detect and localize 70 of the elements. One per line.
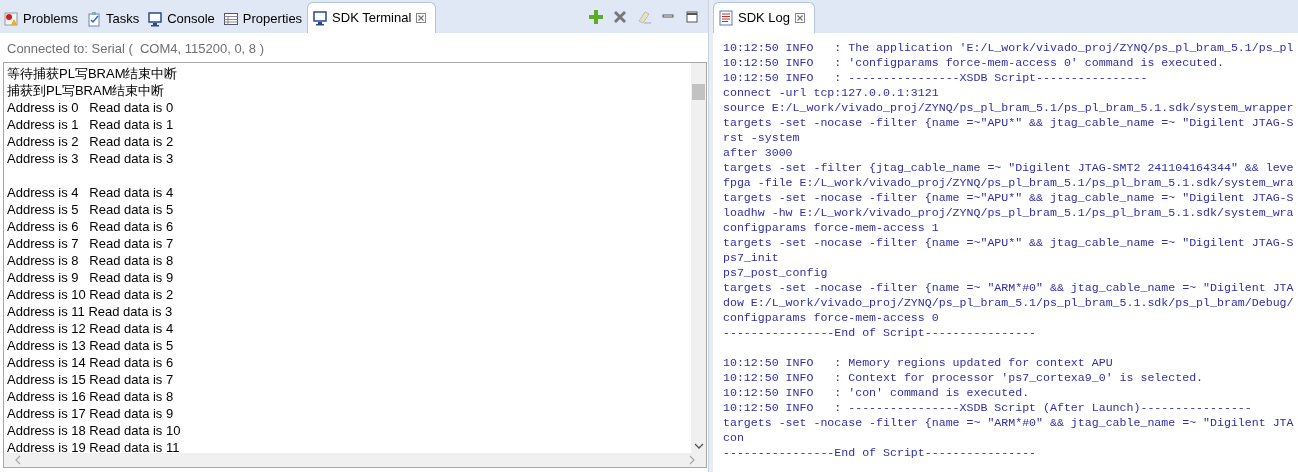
add-icon[interactable] (588, 8, 604, 25)
view-tab[interactable]: Properties (219, 5, 308, 33)
scroll-left-icon[interactable] (14, 455, 22, 465)
log-line: 10:12:50 INFO : ----------------XSDB Script (After Launch)---------------- (723, 400, 1253, 415)
log-line: configparams force-mem-access 1 (723, 220, 940, 235)
view-tab[interactable]: Problems (0, 5, 83, 33)
log-line: dow E:/L_work/vivado_proj/ZYNQ/ps_pl_bram_5.1/ps_pl_bram_5.1.sdk/ps_pl_bram/Debug/ (723, 295, 1295, 310)
log-line: 10:12:50 INFO : 'configparams force-mem-access 0' command is executed. (723, 55, 1225, 70)
terminal-line: Address is 16 Read data is 8 (7, 388, 175, 405)
view-tab[interactable]: SDK Log (713, 2, 816, 33)
log-line: ----------------End of Script---------------- (723, 445, 1038, 460)
maximize-icon[interactable] (684, 8, 700, 25)
terminal-line: Address is 6 Read data is 6 (7, 218, 175, 235)
terminal-line: Address is 13 Read data is 5 (7, 337, 175, 354)
scrollbar-thumb[interactable] (692, 84, 705, 100)
terminal-line: 捕获到PL写BRAM结束中断 (7, 82, 166, 99)
terminal-line: Address is 11 Read data is 3 (7, 303, 174, 320)
close-icon[interactable] (794, 12, 807, 24)
log-line: source E:/L_work/vivado_proj/ZYNQ/ps_pl_bram_5.1/ps_pl_bram_5.1.sdk/system_wrapper (723, 100, 1295, 115)
terminal-line: Address is 0 Read data is 0 (7, 99, 175, 116)
close-icon[interactable] (415, 12, 428, 24)
log-line: 10:12:50 INFO : 'con' command is executed. (723, 385, 1031, 400)
view-tab[interactable]: Console (144, 5, 220, 33)
log-line: 10:12:50 INFO : Memory regions updated for context APU (723, 355, 1114, 370)
log-line: ----------------End of Script---------------- (723, 325, 1038, 340)
log-file-icon (718, 10, 734, 26)
log-line: connect -url tcp:127.0.0.1:3121 (723, 85, 940, 100)
log-line: 10:12:50 INFO : ----------------XSDB Script---------------- (723, 70, 1149, 85)
terminal-line: Address is 4 Read data is 4 (7, 184, 175, 201)
delete-icon[interactable] (612, 8, 628, 25)
log-line: fpga -file E:/L_work/vivado_proj/ZYNQ/ps_pl_bram_5.1/ps_pl_bram_5.1.sdk/system_wra (723, 175, 1295, 190)
log-line: 10:12:50 INFO : Context for processor 'ps7_cortexa9_0' is selected. (723, 370, 1205, 385)
log-line: targets -set -nocase -filter {name =~ "ARM*#0" && jtag_cable_name =~ "Digilent JTA (723, 280, 1295, 295)
terminal-line: Address is 19 Read data is 11 (7, 439, 181, 453)
log-line: ps7_init (723, 250, 780, 265)
log-line: targets -set -nocase -filter {name =~ "ARM*#0" && jtag_cable_name =~ "Digilent JTA (723, 415, 1295, 430)
terminal-line: Address is 18 Read data is 10 (7, 422, 182, 439)
terminal-line: 等待捕获PL写BRAM结束中断 (7, 65, 179, 82)
terminal-line: Address is 2 Read data is 2 (7, 133, 175, 150)
table-icon (222, 11, 239, 27)
monitor-icon (312, 10, 329, 26)
view-tab[interactable]: SDK Terminal (307, 2, 437, 33)
log-line: loadhw -hw E:/L_work/vivado_proj/ZYNQ/ps_pl_bram_5.1/ps_pl_bram_5.1.sdk/system_wra (723, 205, 1295, 220)
log-line: configparams force-mem-access 0 (723, 310, 940, 325)
log-line: targets -set -nocase -filter {name =~"APU*" && jtag_cable_name =~ "Digilent JTAG-S (723, 235, 1295, 250)
terminal-line: Address is 3 Read data is 3 (7, 150, 175, 167)
scroll-down-icon[interactable] (693, 442, 704, 450)
terminal-line: Address is 8 Read data is 8 (7, 252, 175, 269)
terminal-line: Address is 5 Read data is 5 (7, 201, 175, 218)
log-line: 10:12:50 INFO : The application 'E:/L_work/vivado_proj/ZYNQ/ps_pl_bram_5.1/ps_pl (723, 40, 1295, 55)
terminal-line: Address is 17 Read data is 9 (7, 405, 175, 422)
scroll-right-icon[interactable] (688, 455, 696, 465)
terminal-line: Address is 7 Read data is 7 (7, 235, 175, 252)
warning-icon (3, 11, 19, 27)
monitor-icon (147, 11, 164, 27)
terminal-line: Address is 15 Read data is 7 (7, 371, 175, 388)
terminal-line: Address is 14 Read data is 6 (7, 354, 175, 371)
terminal-line: Address is 1 Read data is 1 (7, 116, 175, 133)
log-line: targets -set -filter {jtag_cable_name =~ "Digilent JTAG-SMT2 241104164344" && leve (723, 160, 1295, 175)
terminal-line: Address is 12 Read data is 4 (7, 320, 175, 337)
log-line: rst -system (723, 130, 801, 145)
log-line: targets -set -nocase -filter {name =~"APU*" && jtag_cable_name =~ "Digilent JTAG-S (723, 190, 1295, 205)
log-line: ps7_post_config (723, 265, 829, 280)
log-line: con (723, 430, 745, 445)
clipboard-icon (85, 11, 102, 27)
log-line: after 3000 (723, 145, 794, 160)
terminal-line: Address is 10 Read data is 2 (7, 286, 175, 303)
view-tab[interactable]: Tasks (82, 5, 145, 33)
terminal-line: Address is 9 Read data is 9 (7, 269, 175, 286)
log-line: targets -set -nocase -filter {name =~"APU*" && jtag_cable_name =~ "Digilent JTAG-S (723, 115, 1295, 130)
